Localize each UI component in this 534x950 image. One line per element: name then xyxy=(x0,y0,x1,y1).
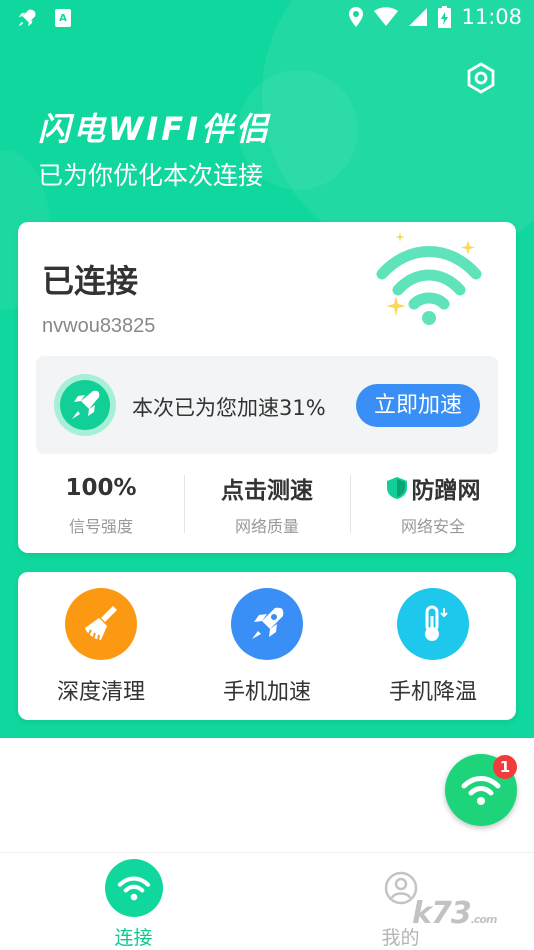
notification-badge: 1 xyxy=(493,755,517,779)
nav-label: 连接 xyxy=(114,927,153,949)
settings-icon xyxy=(467,62,495,94)
broom-icon xyxy=(65,588,137,660)
tools-card: 深度清理 手机加速 手机降温 xyxy=(18,572,516,720)
nav-tab-connect[interactable]: 连接 xyxy=(0,853,267,950)
watermark-logo: k73.com xyxy=(412,896,497,931)
settings-button[interactable] xyxy=(464,61,498,95)
stat-anti-leech[interactable]: 防蹭网 网络安全 xyxy=(350,472,516,536)
boost-banner: 本次已为您加速31% 立即加速 xyxy=(36,356,498,454)
boost-text: 本次已为您加速31% xyxy=(132,396,326,420)
tool-label: 手机加速 xyxy=(222,680,311,705)
wifi-illustration-icon xyxy=(376,232,482,325)
header-background: A 11:08 闪电WIFI伴侣 已为你优化本次连接 已连接 nvwou8382… xyxy=(0,0,534,738)
connection-status: 已连接 xyxy=(42,262,139,300)
rocket-icon xyxy=(231,588,303,660)
anti-leech-value[interactable]: 防蹭网 xyxy=(412,471,481,505)
signal-strength-label: 信号强度 xyxy=(68,517,133,536)
stat-signal-strength: 100% 信号强度 xyxy=(18,472,184,536)
wifi-ssid: nvwou83825 xyxy=(42,315,156,337)
shield-icon xyxy=(386,477,407,499)
wifi-icon xyxy=(374,7,399,26)
wifi-icon xyxy=(104,859,163,917)
clock: 11:08 xyxy=(461,5,522,29)
tool-label: 深度清理 xyxy=(56,680,145,705)
svg-text:A: A xyxy=(59,13,67,24)
network-security-label: 网络安全 xyxy=(400,517,465,536)
location-icon xyxy=(349,7,364,27)
boost-now-button[interactable]: 立即加速 xyxy=(356,384,480,427)
signal-icon xyxy=(409,8,428,26)
status-bar: A 11:08 xyxy=(0,0,534,36)
battery-icon xyxy=(438,6,452,28)
rocket-badge-icon xyxy=(54,374,116,436)
wifi-icon xyxy=(461,776,501,805)
tool-label: 手机降温 xyxy=(388,680,477,705)
app-subtitle: 已为你优化本次连接 xyxy=(38,161,264,190)
connection-card: 已连接 nvwou83825 本次已为您加速31% 立即加速 100% 信号强度… xyxy=(18,222,516,553)
text-badge-icon: A xyxy=(55,9,71,27)
app-title: 闪电WIFI伴侣 xyxy=(38,110,271,148)
rocket-icon xyxy=(18,9,36,27)
tool-deep-clean[interactable]: 深度清理 xyxy=(18,572,184,720)
tool-phone-cool[interactable]: 手机降温 xyxy=(350,572,516,720)
stats-row: 100% 信号强度 点击测速 网络质量 防蹭网 网络安全 xyxy=(18,472,516,536)
thermometer-icon xyxy=(397,588,469,660)
speed-test-value[interactable]: 点击测速 xyxy=(221,471,313,505)
stat-speed-test[interactable]: 点击测速 网络质量 xyxy=(184,472,350,536)
network-quality-label: 网络质量 xyxy=(234,517,299,536)
tool-phone-boost[interactable]: 手机加速 xyxy=(184,572,350,720)
signal-strength-value: 100% xyxy=(65,475,137,501)
